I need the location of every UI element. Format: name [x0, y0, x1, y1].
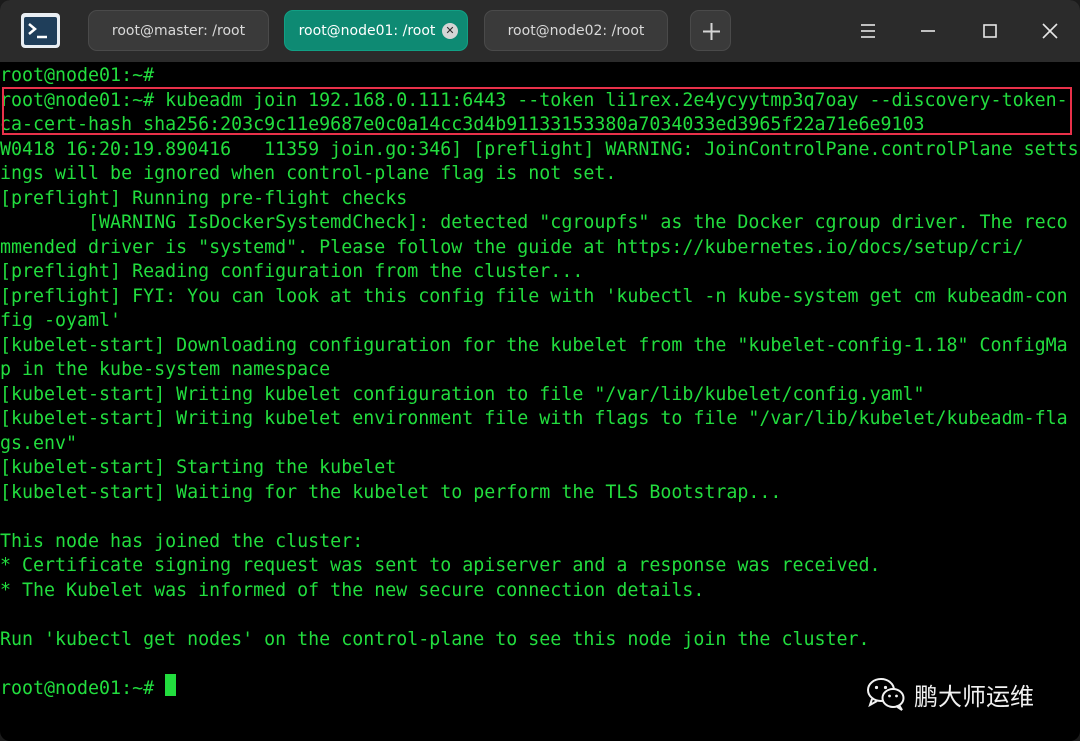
terminal-line: [kubelet-start] Writing kubelet configur…	[0, 384, 925, 405]
tab-label: root@master: /root	[111, 22, 246, 39]
terminal-line: p in the kube-system namespace	[0, 359, 331, 380]
close-icon	[1042, 23, 1058, 39]
terminal-line: root@node01:~#	[0, 65, 155, 86]
terminal-line: fig -oyaml'	[0, 310, 122, 331]
terminal-line: This node has joined the cluster:	[0, 531, 364, 552]
wechat-icon	[867, 678, 905, 711]
terminal-line: Run 'kubectl get nodes' on the control-p…	[0, 629, 870, 650]
terminal-cursor	[165, 674, 176, 696]
add-tab-button[interactable]	[690, 10, 731, 51]
terminal-output[interactable]: root@node01:~# root@node01:~# kubeadm jo…	[0, 62, 1080, 741]
title-bar: root@master: /root root@node01: /root ✕ …	[0, 0, 1080, 62]
terminal-line: * Certificate signing request was sent t…	[0, 555, 881, 576]
terminal-line: [preflight] Running pre-flight checks	[0, 188, 408, 209]
maximize-button[interactable]	[975, 16, 1005, 46]
highlight-box	[2, 87, 1072, 135]
terminal-window: root@master: /root root@node01: /root ✕ …	[0, 0, 1080, 741]
terminal-line: ings will be ignored when control-plane …	[0, 163, 617, 184]
tab-close-icon[interactable]: ✕	[442, 23, 458, 39]
terminal-line: [preflight] FYI: You can look at this co…	[0, 286, 1068, 307]
watermark: 鹏大师运维	[866, 676, 1034, 712]
tab-node01[interactable]: root@node01: /root ✕	[284, 10, 468, 51]
terminal-line: [kubelet-start] Downloading configuratio…	[0, 335, 1068, 356]
tab-label: root@node01: /root	[298, 22, 436, 39]
terminal-line: [kubelet-start] Waiting for the kubelet …	[0, 482, 782, 503]
tab-label: root@node02: /root	[507, 22, 645, 39]
minimize-button[interactable]	[913, 16, 943, 46]
terminal-app-icon[interactable]	[20, 12, 61, 49]
watermark-text: 鹏大师运维	[914, 682, 1034, 711]
terminal-prompt: root@node01:~#	[0, 678, 155, 699]
tab-node02[interactable]: root@node02: /root	[484, 10, 668, 51]
minimize-icon	[921, 30, 935, 32]
terminal-line: W0418 16:20:19.890416 11359 join.go:346]…	[0, 139, 1079, 160]
terminal-line: * The Kubelet was informed of the new se…	[0, 580, 705, 601]
terminal-line: [preflight] Reading configuration from t…	[0, 261, 584, 282]
terminal-line: [WARNING IsDockerSystemdCheck]: detected…	[0, 212, 1068, 233]
terminal-line: [kubelet-start] Writing kubelet environm…	[0, 408, 1068, 429]
tab-master[interactable]: root@master: /root	[88, 10, 269, 51]
plus-icon	[703, 23, 720, 40]
close-button[interactable]	[1035, 16, 1065, 46]
hamburger-menu-icon	[861, 24, 875, 38]
terminal-line: [kubelet-start] Starting the kubelet	[0, 457, 397, 478]
menu-button[interactable]	[853, 16, 883, 46]
terminal-line: mmended driver is "systemd". Please foll…	[0, 237, 1024, 258]
terminal-line: gs.env"	[0, 433, 78, 454]
maximize-icon	[983, 24, 997, 38]
